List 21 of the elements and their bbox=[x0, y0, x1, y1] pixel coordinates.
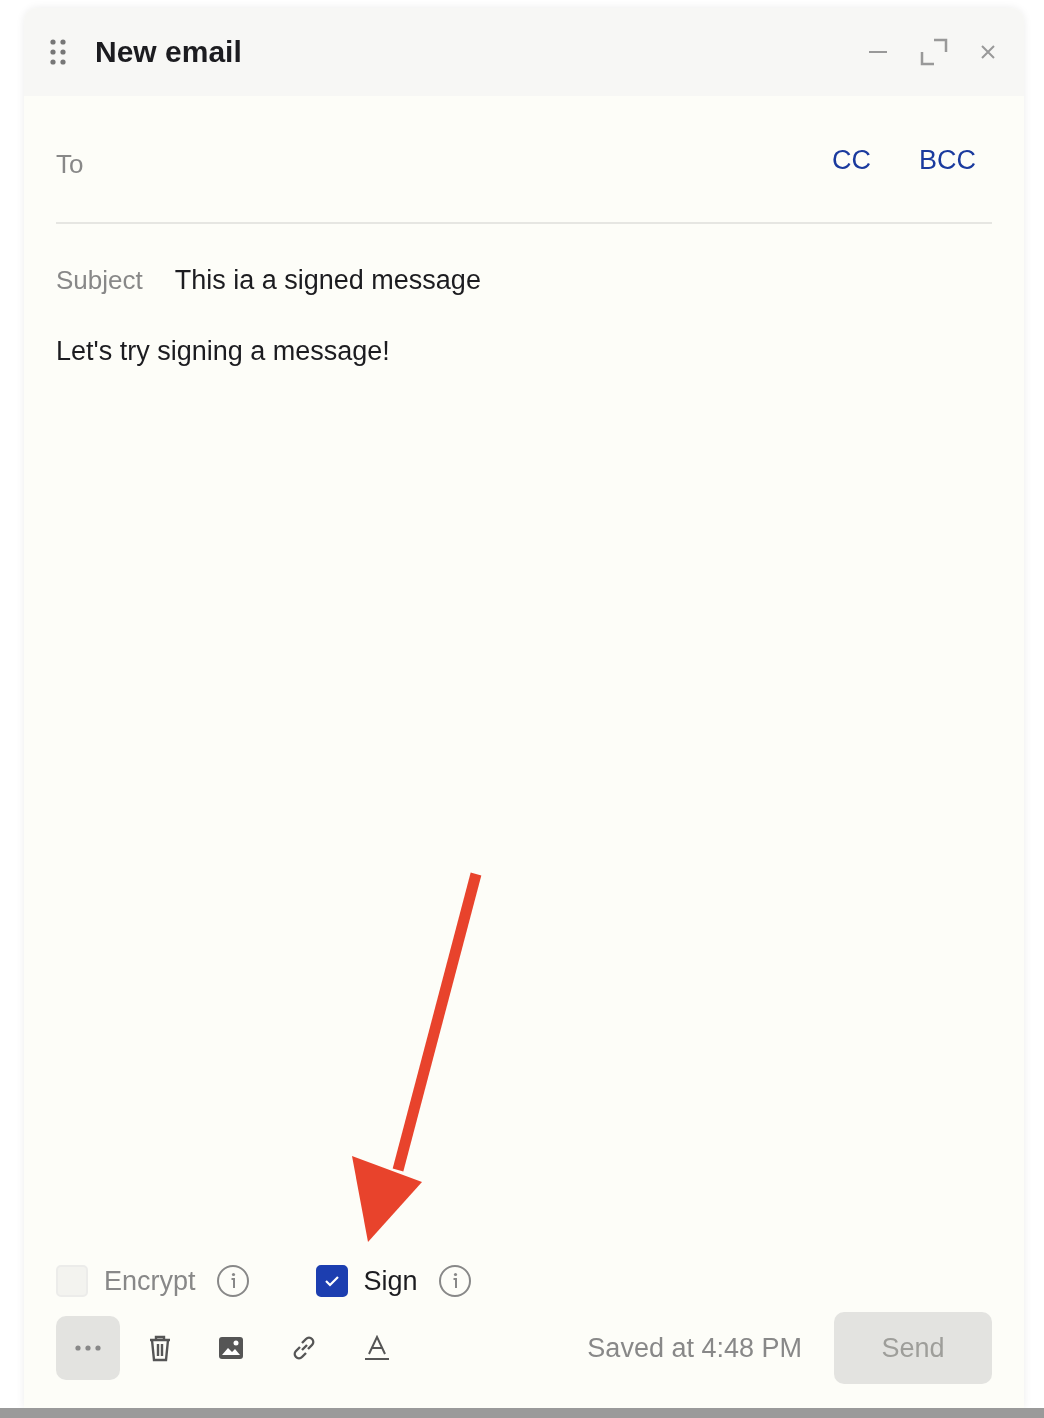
checkbox-label: Sign bbox=[363, 1265, 418, 1297]
trash-icon[interactable] bbox=[148, 1334, 172, 1362]
image-icon[interactable] bbox=[218, 1336, 244, 1360]
subject-field[interactable]: This ia a signed message bbox=[174, 264, 481, 296]
info-icon[interactable] bbox=[215, 1264, 250, 1298]
to-label: To bbox=[56, 148, 84, 180]
message-body[interactable]: Let's try signing a message! bbox=[56, 336, 992, 367]
checkbox-label: Encrypt bbox=[104, 1265, 196, 1297]
more-icon bbox=[75, 1345, 101, 1351]
info-icon[interactable] bbox=[437, 1264, 472, 1298]
close-icon[interactable] bbox=[980, 44, 996, 60]
drag-handle-icon[interactable] bbox=[50, 39, 66, 65]
recipient-link[interactable]: BCC bbox=[919, 144, 976, 176]
subject-label: Subject bbox=[56, 264, 143, 296]
window-title: New email bbox=[95, 35, 242, 69]
checkbox[interactable] bbox=[315, 1265, 348, 1297]
save-status: Saved at 4:48 PM bbox=[587, 1332, 802, 1364]
minimize-icon[interactable] bbox=[868, 50, 888, 54]
text-format-icon[interactable] bbox=[364, 1335, 390, 1361]
recipient-link[interactable]: CC bbox=[832, 144, 871, 176]
maximize-icon[interactable] bbox=[920, 38, 948, 66]
